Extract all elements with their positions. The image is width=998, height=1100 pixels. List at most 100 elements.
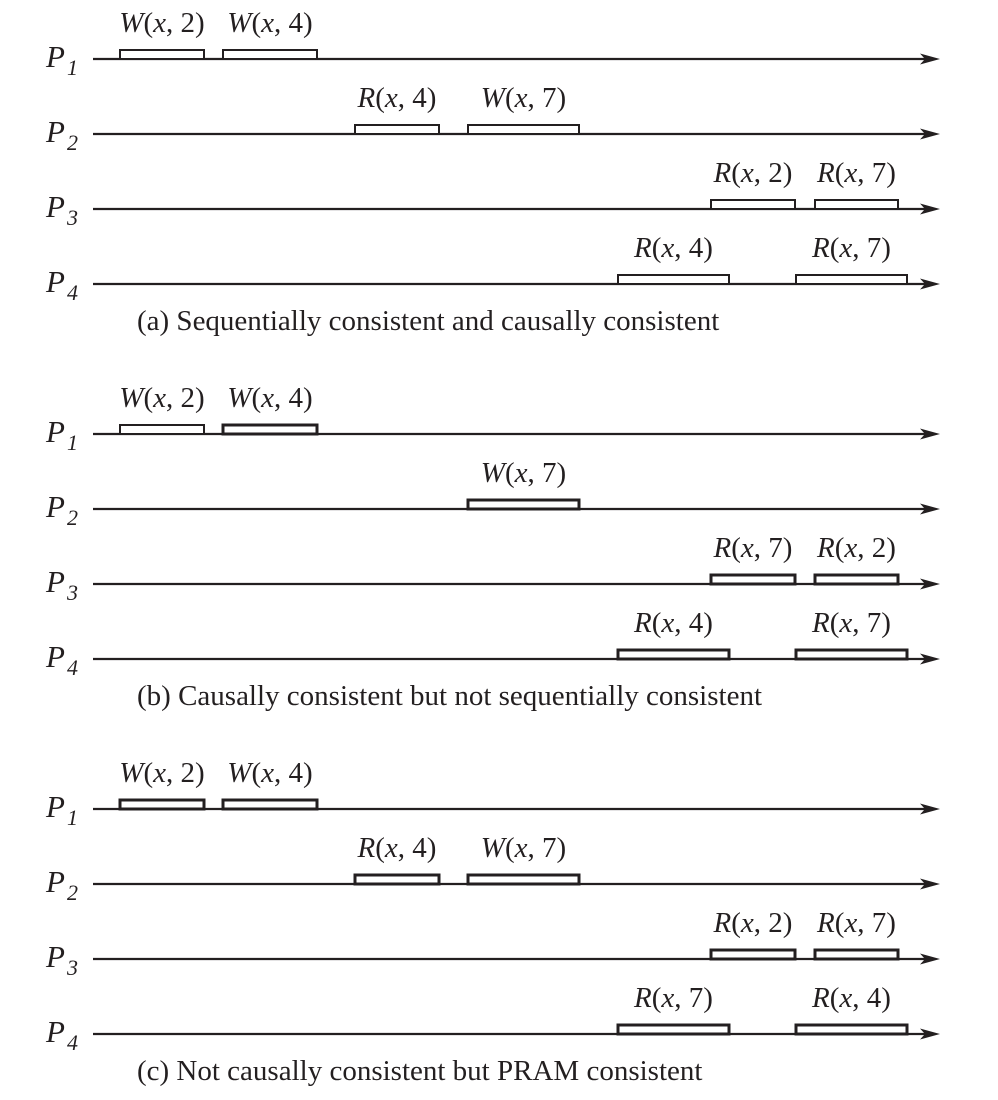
op-kind: R	[713, 532, 732, 564]
op-value: 4	[289, 382, 304, 414]
paren: (	[375, 832, 385, 864]
op-variable: x	[514, 832, 528, 864]
operation-bar	[353, 873, 441, 886]
panel: P1W(x, 2) W(x, 4)P2R(x, 4) W(x, 7)P3R(x, 2…	[45, 7, 940, 337]
op-kind: R	[357, 82, 376, 114]
operation-label: W(x, 4)	[227, 382, 312, 414]
operation-bar	[813, 573, 900, 586]
op-variable: x	[838, 982, 852, 1014]
op-variable: x	[384, 832, 398, 864]
panel: P1W(x, 2) W(x, 4)P2R(x, 4) W(x, 7)P3R(x, 2…	[45, 757, 940, 1087]
op-variable: x	[152, 382, 166, 414]
paren: (	[652, 607, 662, 639]
paren: (	[830, 232, 840, 264]
operation-bar	[119, 49, 205, 60]
paren: (	[731, 532, 741, 564]
op-variable: x	[514, 457, 528, 489]
process-label: P1	[45, 39, 78, 80]
op-value: 4	[289, 757, 304, 789]
operation-bar	[617, 274, 730, 285]
operation-label: W(x, 2)	[119, 382, 204, 414]
process-row: P2R(x, 4) W(x, 7)	[45, 832, 940, 905]
op-kind: R	[816, 532, 835, 564]
comma: ,	[398, 832, 413, 864]
process-letter: P	[45, 789, 65, 824]
operation-label: R(x, 7)	[811, 607, 891, 639]
op-value: 7	[542, 82, 557, 114]
process-row: P4R(x, 4) R(x, 7)	[45, 607, 940, 680]
operation-label: R(x, 7)	[633, 982, 713, 1014]
process-label: P1	[45, 414, 78, 455]
operation-label: R(x, 2)	[816, 532, 896, 564]
comma: ,	[166, 757, 181, 789]
op-variable: x	[260, 7, 274, 39]
operation-label: R(x, 4)	[811, 982, 891, 1014]
process-row: P4R(x, 4) R(x, 7)	[45, 232, 940, 305]
paren: )	[886, 532, 896, 564]
operation-label: R(x, 7)	[713, 532, 793, 564]
comma: ,	[852, 982, 867, 1014]
paren: (	[731, 157, 741, 189]
process-row: P3R(x, 7) R(x, 2)	[45, 532, 940, 605]
operation-label: R(x, 7)	[816, 157, 896, 189]
op-kind: R	[633, 982, 652, 1014]
process-letter: P	[45, 864, 65, 899]
paren: )	[783, 157, 793, 189]
operation-label: W(x, 4)	[227, 7, 312, 39]
process-row: P2 W(x, 7)	[45, 457, 940, 530]
process-letter: P	[45, 1014, 65, 1049]
operation-label: R(x, 4)	[633, 607, 713, 639]
op-variable: x	[660, 232, 674, 264]
op-variable: x	[384, 82, 398, 114]
paren: (	[830, 982, 840, 1014]
process-index: 4	[67, 280, 78, 305]
paren: )	[195, 7, 205, 39]
op-value: 7	[542, 832, 557, 864]
op-variable: x	[843, 907, 857, 939]
op-variable: x	[838, 607, 852, 639]
paren: (	[251, 757, 261, 789]
paren: (	[143, 757, 153, 789]
op-kind: R	[811, 982, 830, 1014]
paren: (	[835, 532, 845, 564]
operation-label: W(x, 2)	[119, 757, 204, 789]
panel: P1W(x, 2) W(x, 4)P2W(x, 7)P3R(x, 7) R(x, 2…	[45, 382, 940, 712]
op-value: 7	[867, 607, 882, 639]
process-label: P3	[45, 939, 78, 980]
process-label: P3	[45, 189, 78, 230]
op-value: 2	[181, 757, 196, 789]
comma: ,	[857, 532, 872, 564]
operation-bar	[813, 948, 900, 961]
op-kind: R	[713, 907, 732, 939]
paren: )	[303, 382, 313, 414]
paren: (	[830, 607, 840, 639]
op-variable: x	[152, 757, 166, 789]
op-value: 2	[181, 382, 196, 414]
process-index: 2	[67, 505, 78, 530]
process-row: P3R(x, 2) R(x, 7)	[45, 907, 940, 980]
op-kind: W	[481, 457, 508, 489]
process-letter: P	[45, 564, 65, 599]
process-row: P1 W(x, 2) W(x, 4)	[45, 7, 940, 80]
paren: )	[303, 757, 313, 789]
op-kind: W	[227, 382, 254, 414]
operation-bar	[795, 274, 908, 285]
operation-bar	[119, 424, 205, 435]
paren: )	[303, 7, 313, 39]
paren: (	[143, 382, 153, 414]
operation-bar	[222, 49, 318, 60]
op-variable: x	[152, 7, 166, 39]
paren: (	[505, 457, 515, 489]
op-kind: R	[811, 232, 830, 264]
op-kind: W	[119, 7, 146, 39]
paren: )	[881, 982, 891, 1014]
operation-label: W(x, 2)	[119, 7, 204, 39]
process-row: P4R(x, 7) R(x, 4)	[45, 982, 940, 1055]
operation-label: W(x, 7)	[481, 457, 566, 489]
comma: ,	[754, 532, 769, 564]
comma: ,	[166, 382, 181, 414]
comma: ,	[274, 7, 289, 39]
op-kind: R	[713, 157, 732, 189]
op-value: 2	[768, 157, 783, 189]
op-value: 4	[689, 232, 704, 264]
